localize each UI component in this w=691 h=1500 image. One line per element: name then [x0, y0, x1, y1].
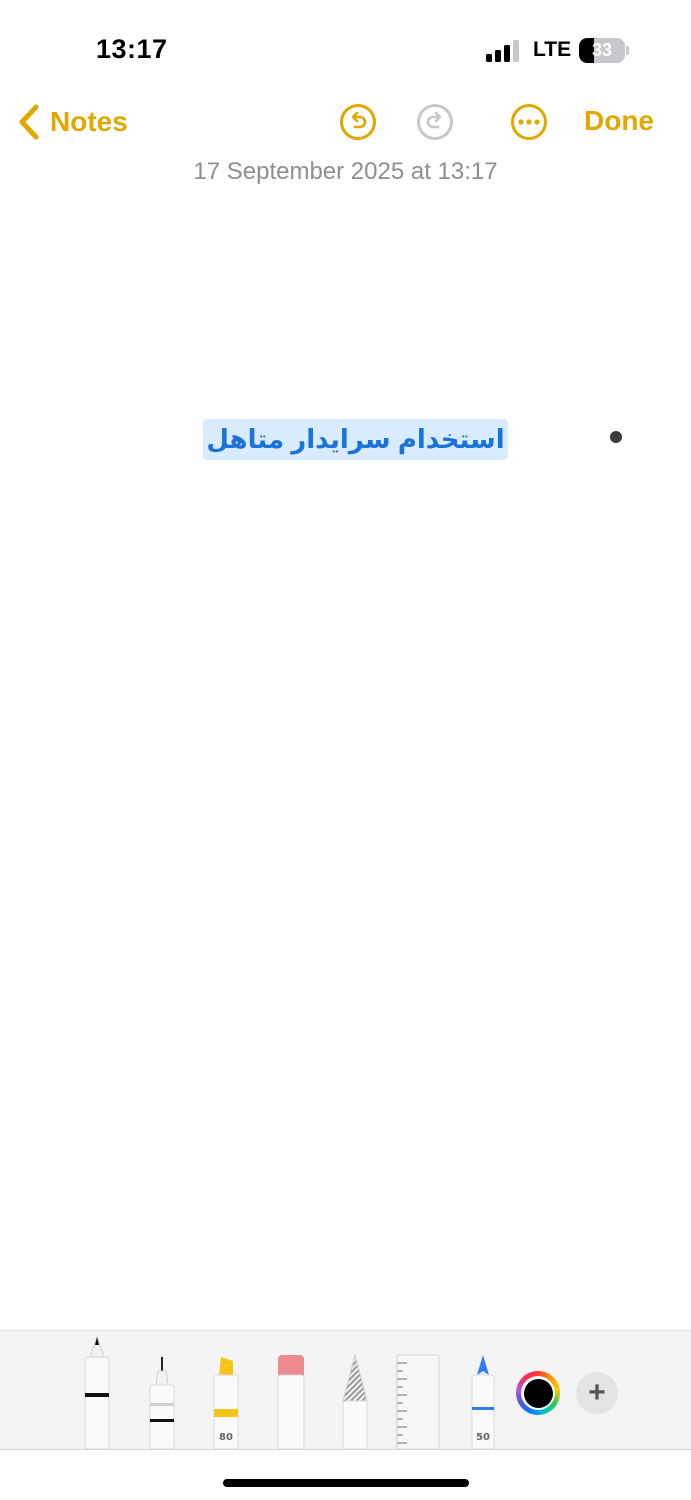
battery-cap [626, 46, 629, 55]
fineliner-tool[interactable] [147, 1331, 177, 1450]
network-type: LTE [533, 38, 572, 61]
ruler-tool[interactable] [396, 1331, 440, 1450]
pen-tool[interactable] [82, 1331, 112, 1450]
ruler-icon [396, 1354, 440, 1450]
eraser-icon [277, 1355, 305, 1450]
pencil-tool[interactable] [340, 1331, 370, 1450]
chevron-left-icon [19, 104, 39, 140]
home-indicator [223, 1479, 469, 1487]
note-list-item[interactable]: استخدام سرایدار متاهل [203, 419, 508, 460]
color-picker-button[interactable] [516, 1371, 560, 1415]
note-date: 17 September 2025 at 13:17 [193, 158, 498, 185]
highlighter-tool[interactable]: 80 [211, 1331, 241, 1450]
marker-opacity-label: 50 [476, 1432, 490, 1443]
undo-icon [351, 111, 367, 129]
marker-tool[interactable]: 50 [468, 1331, 498, 1450]
ellipsis-icon [518, 119, 540, 125]
cellular-signal-icon [486, 40, 519, 62]
pencil-icon [342, 1353, 368, 1450]
fineliner-icon [149, 1357, 175, 1450]
color-well-ring [521, 1376, 555, 1410]
list-bullet [610, 431, 622, 443]
status-time: 13:17 [96, 34, 168, 64]
battery-percent: 33 [591, 40, 613, 60]
plus-icon[interactable]: + [576, 1372, 618, 1414]
battery-icon: 33 [579, 38, 625, 63]
markup-toolbar: 80 50 + [0, 1330, 691, 1450]
pen-icon [84, 1335, 110, 1450]
selected-color-swatch [523, 1378, 553, 1408]
undo-button[interactable] [340, 104, 376, 140]
done-button[interactable]: Done [584, 105, 654, 137]
more-button[interactable] [511, 104, 547, 140]
redo-icon [426, 111, 442, 129]
back-label: Notes [50, 106, 128, 137]
eraser-tool[interactable] [276, 1331, 306, 1450]
highlighter-opacity-label: 80 [219, 1432, 233, 1443]
back-button[interactable]: Notes [18, 100, 128, 144]
redo-button[interactable] [417, 104, 453, 140]
